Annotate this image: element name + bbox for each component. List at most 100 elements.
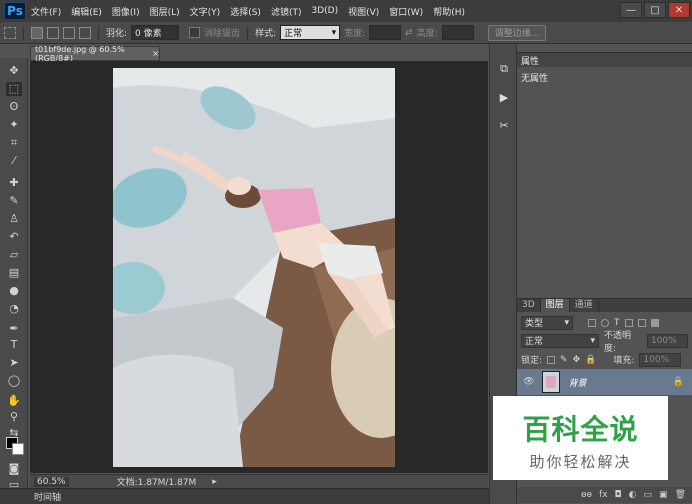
tab-3d[interactable]: 3D bbox=[517, 299, 541, 312]
type-tool-icon[interactable]: T bbox=[6, 338, 22, 352]
width-input[interactable] bbox=[369, 25, 402, 40]
crop-tool-icon[interactable]: ⌗ bbox=[6, 136, 22, 150]
zoom-tool-icon[interactable]: ⚲ bbox=[6, 410, 22, 424]
minimize-button[interactable]: — bbox=[620, 2, 642, 18]
marquee-tool-icon[interactable]: ⬚ bbox=[6, 82, 22, 96]
brush-tool-icon[interactable]: ✎ bbox=[6, 194, 22, 208]
document-image[interactable] bbox=[113, 68, 395, 467]
menu-image[interactable]: 图像(I) bbox=[107, 5, 145, 18]
blend-mode-select[interactable]: 正常 ▾ bbox=[521, 333, 599, 348]
history-brush-tool-icon[interactable]: ↶ bbox=[6, 230, 22, 244]
lasso-tool-icon[interactable]: ʘ bbox=[6, 100, 22, 114]
thumbnail-figure bbox=[546, 376, 557, 388]
menu-file[interactable]: 文件(F) bbox=[26, 5, 66, 18]
status-menu-arrow-icon[interactable]: ▸ bbox=[212, 477, 217, 487]
pen-tool-icon[interactable]: ✒ bbox=[6, 322, 22, 336]
fill-input[interactable]: 100% bbox=[639, 352, 682, 367]
healing-brush-tool-icon[interactable]: ✚ bbox=[6, 176, 22, 190]
add-mask-icon[interactable]: ◘ bbox=[615, 490, 622, 500]
delete-layer-icon[interactable]: 🗑 bbox=[675, 490, 686, 500]
menu-filter[interactable]: 滤镜(T) bbox=[266, 5, 307, 18]
blur-tool-icon[interactable]: ● bbox=[6, 284, 22, 298]
path-selection-tool-icon[interactable]: ➤ bbox=[6, 356, 22, 370]
eye-visibility-icon[interactable]: 👁 bbox=[523, 377, 534, 387]
quick-mask-icon[interactable]: ◙ bbox=[6, 462, 22, 476]
shape-tool-icon[interactable]: ◯ bbox=[6, 374, 22, 388]
actions-panel-icon[interactable]: ▶ bbox=[495, 88, 513, 106]
height-input[interactable] bbox=[441, 25, 474, 40]
blend-row: 正常 ▾ 不透明度: 100% bbox=[521, 331, 688, 354]
opacity-input[interactable]: 100% bbox=[646, 333, 688, 348]
lock-position-icon[interactable]: ✥ bbox=[573, 355, 581, 365]
timeline-label[interactable]: 时间轴 bbox=[34, 490, 61, 503]
hand-tool-icon[interactable]: ✋ bbox=[6, 394, 22, 408]
menu-edit[interactable]: 编辑(E) bbox=[66, 5, 107, 18]
layers-footer: ɵɵ fx ◘ ◐ ▭ ▣ 🗑 bbox=[517, 487, 692, 503]
lock-transparent-icon[interactable] bbox=[547, 355, 556, 364]
dodge-tool-icon[interactable]: ◔ bbox=[6, 302, 22, 316]
menu-view[interactable]: 视图(V) bbox=[343, 5, 384, 18]
document-tab[interactable]: t01bf9de.jpg @ 60.5%(RGB/8#) × bbox=[30, 45, 160, 63]
maximize-button[interactable]: □ bbox=[644, 2, 666, 18]
menu-3d[interactable]: 3D(D) bbox=[306, 6, 343, 16]
opacity-label: 不透明度: bbox=[603, 330, 631, 354]
window-controls: — □ ✕ bbox=[620, 0, 692, 22]
height-label: 高度: bbox=[416, 29, 438, 39]
new-selection-icon[interactable] bbox=[31, 26, 43, 39]
new-group-icon[interactable]: ▭ bbox=[644, 490, 653, 500]
lock-label: 锁定: bbox=[521, 356, 543, 366]
background-color-swatch[interactable] bbox=[12, 443, 24, 455]
photoshop-logo: Ps bbox=[4, 2, 26, 20]
new-layer-icon[interactable]: ▣ bbox=[659, 490, 668, 500]
clone-stamp-tool-icon[interactable]: ♙ bbox=[6, 212, 22, 226]
link-layers-icon[interactable]: ɵɵ bbox=[581, 490, 592, 500]
fill-label: 填充: bbox=[613, 356, 635, 366]
filter-smart-object-icon[interactable] bbox=[637, 318, 646, 327]
zoom-level[interactable]: 60.5% bbox=[34, 476, 69, 487]
eraser-tool-icon[interactable]: ▱ bbox=[6, 248, 22, 262]
layer-filter-select[interactable]: 类型 ▾ bbox=[521, 315, 573, 330]
filter-type-icon[interactable]: T bbox=[614, 318, 620, 328]
properties-panel: 属性 无属性 bbox=[517, 52, 692, 298]
close-tab-icon[interactable]: × bbox=[152, 49, 159, 58]
menu-window[interactable]: 窗口(W) bbox=[384, 5, 428, 18]
status-bar: 60.5% 文档:1.87M/1.87M ▸ bbox=[30, 474, 488, 488]
tool-presets-icon[interactable]: ✂ bbox=[495, 116, 513, 134]
history-panel-icon[interactable]: ⧉ bbox=[495, 60, 513, 78]
add-selection-icon[interactable] bbox=[47, 26, 59, 39]
lock-image-icon[interactable]: ✎ bbox=[560, 355, 568, 365]
layer-row-background[interactable]: 👁 背景 🔒 bbox=[517, 369, 692, 395]
intersect-selection-icon[interactable] bbox=[79, 26, 91, 39]
menu-type[interactable]: 文字(Y) bbox=[185, 5, 226, 18]
menu-help[interactable]: 帮助(H) bbox=[428, 5, 470, 18]
menu-layer[interactable]: 图层(L) bbox=[145, 5, 185, 18]
lock-all-icon[interactable]: 🔒 bbox=[585, 355, 596, 365]
antialias-checkbox[interactable] bbox=[189, 27, 201, 38]
new-adjustment-icon[interactable]: ◐ bbox=[629, 490, 637, 500]
marquee-preset-icon[interactable] bbox=[4, 26, 16, 39]
tab-channels[interactable]: 通道 bbox=[570, 299, 599, 312]
menu-select[interactable]: 选择(S) bbox=[225, 5, 266, 18]
layer-style-icon[interactable]: fx bbox=[599, 490, 608, 500]
refine-edge-button[interactable]: 调整边缘... bbox=[487, 24, 547, 41]
filter-adjustment-icon[interactable] bbox=[601, 318, 609, 327]
filter-pixel-icon[interactable] bbox=[588, 318, 596, 327]
properties-body: 无属性 bbox=[521, 74, 549, 84]
subtract-selection-icon[interactable] bbox=[63, 26, 75, 39]
properties-tab[interactable]: 属性 bbox=[517, 53, 692, 67]
gradient-tool-icon[interactable]: ▤ bbox=[6, 266, 22, 280]
layer-name[interactable]: 背景 bbox=[568, 376, 586, 389]
magic-wand-tool-icon[interactable]: ✦ bbox=[6, 118, 22, 132]
filter-toggle-icon[interactable] bbox=[650, 318, 659, 327]
eyedropper-tool-icon[interactable]: ⁄ bbox=[6, 154, 22, 168]
move-tool-icon[interactable]: ✥ bbox=[6, 64, 22, 78]
feather-input[interactable]: 0 像素 bbox=[131, 25, 180, 40]
tab-layers[interactable]: 图层 bbox=[540, 299, 570, 312]
close-button[interactable]: ✕ bbox=[668, 2, 690, 18]
watermark-subtitle: 助你轻松解决 bbox=[529, 453, 632, 471]
chevron-down-icon: ▾ bbox=[564, 317, 569, 328]
filter-shape-icon[interactable] bbox=[624, 318, 633, 327]
style-select[interactable]: 正常 ▾ bbox=[280, 25, 341, 40]
feather-label: 羽化: bbox=[106, 29, 128, 39]
swap-icon[interactable]: ⇄ bbox=[405, 28, 413, 38]
